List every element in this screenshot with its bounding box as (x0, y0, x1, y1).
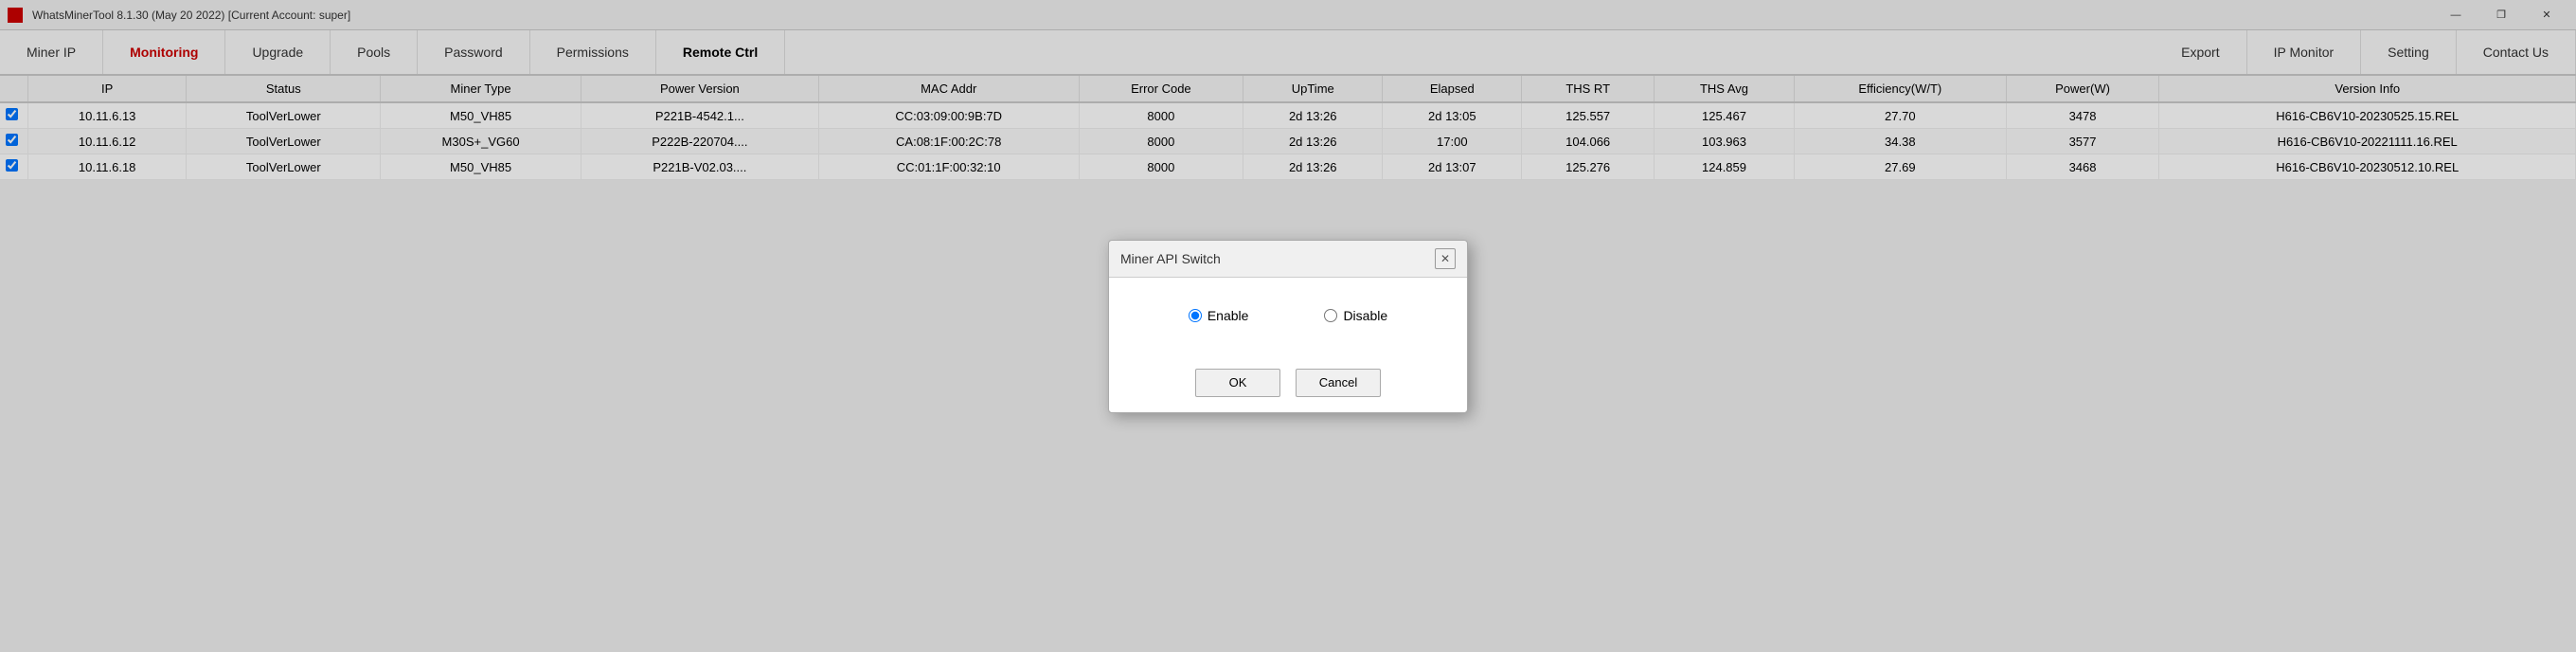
dialog-overlay: Miner API Switch ✕ Enable Disable OK Can… (0, 0, 2576, 652)
dialog-buttons: OK Cancel (1109, 369, 1467, 412)
enable-radio[interactable] (1189, 309, 1202, 322)
radio-options: Enable Disable (1132, 308, 1444, 323)
dialog-title-bar: Miner API Switch ✕ (1109, 241, 1467, 278)
dialog-close-button[interactable]: ✕ (1435, 248, 1456, 269)
dialog-title: Miner API Switch (1120, 251, 1221, 266)
dialog-body: Enable Disable (1109, 278, 1467, 369)
enable-option[interactable]: Enable (1189, 308, 1249, 323)
cancel-button[interactable]: Cancel (1296, 369, 1381, 397)
disable-radio[interactable] (1324, 309, 1337, 322)
miner-api-switch-dialog: Miner API Switch ✕ Enable Disable OK Can… (1108, 240, 1468, 413)
disable-option[interactable]: Disable (1324, 308, 1387, 323)
enable-label: Enable (1208, 308, 1249, 323)
disable-label: Disable (1343, 308, 1387, 323)
ok-button[interactable]: OK (1195, 369, 1280, 397)
